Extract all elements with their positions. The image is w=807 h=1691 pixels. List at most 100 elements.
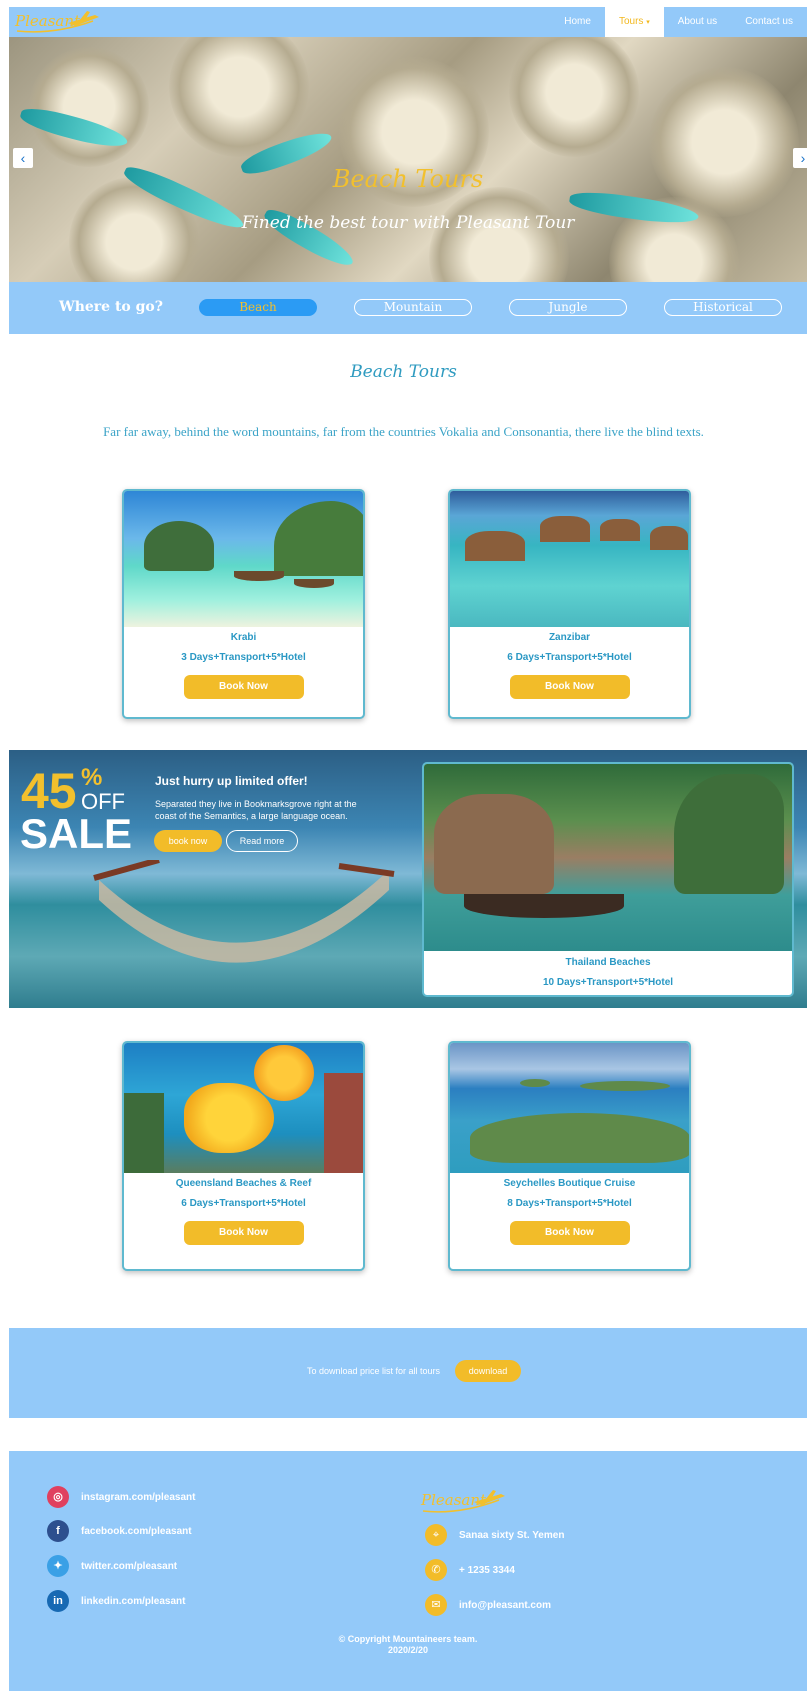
cliff-shape — [434, 794, 554, 894]
sale-label: SALE — [20, 810, 133, 857]
tour-card-seychelles: Seychelles Boutique Cruise 8 Days+Transp… — [448, 1041, 691, 1271]
tour-card-thailand: Thailand Beaches 10 Days+Transport+5*Hot… — [422, 762, 794, 997]
download-button[interactable]: download — [455, 1360, 521, 1382]
coral-shape — [429, 187, 569, 282]
boat-shape — [464, 894, 624, 918]
tour-image — [450, 1043, 689, 1173]
reef-shape — [124, 1093, 164, 1173]
social-label: twitter.com/pleasant — [81, 1560, 178, 1572]
top-nav: Pleasant Home Tours ▾ About us Contact u… — [9, 7, 807, 37]
mail-icon: ✉ — [425, 1594, 447, 1616]
phone-icon: ✆ — [425, 1559, 447, 1581]
nav-tours[interactable]: Tours ▾ — [604, 7, 664, 37]
book-now-button[interactable]: Book Now — [509, 1221, 630, 1245]
contact-label: + 1235 3344 — [459, 1564, 515, 1576]
hero-title: Beach Tours — [332, 165, 484, 193]
offer-book-button[interactable]: book now — [154, 830, 222, 852]
filter-jungle[interactable]: Jungle — [509, 299, 627, 316]
coral-shape — [169, 37, 309, 157]
tour-details: 6 Days+Transport+5*Hotel — [507, 652, 632, 663]
nav-contact-label: Contact us — [745, 16, 793, 27]
tour-name: Seychelles Boutique Cruise — [503, 1178, 636, 1189]
rock-shape — [144, 521, 214, 571]
footer-logo[interactable]: Pleasant — [419, 1487, 509, 1515]
nav-home[interactable]: Home — [550, 7, 605, 37]
filter-mountain[interactable]: Mountain — [354, 299, 472, 316]
nav-contact[interactable]: Contact us — [731, 7, 807, 37]
reef-shape — [324, 1073, 363, 1173]
social-label: facebook.com/pleasant — [81, 1525, 192, 1537]
section-text: Far far away, behind the word mountains,… — [103, 424, 704, 439]
social-instagram[interactable]: ◎ instagram.com/pleasant — [47, 1486, 195, 1508]
download-bar: To download price list for all tours dow… — [9, 1328, 807, 1418]
download-text: To download price list for all tours — [307, 1366, 441, 1376]
contact-address: ⌖ Sanaa sixty St. Yemen — [425, 1524, 564, 1546]
tour-image — [124, 491, 363, 627]
offer-banner: 45 % OFF SALE Just hurry up limited offe… — [9, 750, 807, 1008]
contact-email[interactable]: ✉ info@pleasant.com — [425, 1594, 551, 1616]
offer-text: Separated they live in Bookmarksgrove ri… — [155, 799, 357, 821]
instagram-icon: ◎ — [47, 1486, 69, 1508]
tour-card-zanzibar: Zanzibar 6 Days+Transport+5*Hotel Book N… — [448, 489, 691, 719]
tour-card-krabi: Krabi 3 Days+Transport+5*Hotel Book Now — [122, 489, 365, 719]
tour-card-queensland: Queensland Beaches & Reef 6 Days+Transpo… — [122, 1041, 365, 1271]
footer: ◎ instagram.com/pleasant f facebook.com/… — [9, 1451, 807, 1691]
filter-beach[interactable]: Beach — [199, 299, 317, 316]
location-icon: ⌖ — [425, 1524, 447, 1546]
chevron-right-icon[interactable]: › — [793, 148, 807, 168]
social-facebook[interactable]: f facebook.com/pleasant — [47, 1520, 192, 1542]
nav-links: Home Tours ▾ About us Contact us — [550, 7, 807, 37]
filter-historical[interactable]: Historical — [664, 299, 782, 316]
boat-shape — [294, 579, 334, 588]
island-shape — [520, 1079, 550, 1087]
social-label: linkedin.com/pleasant — [81, 1595, 186, 1607]
book-now-button[interactable]: Book Now — [183, 1221, 304, 1245]
contact-label: Sanaa sixty St. Yemen — [459, 1529, 565, 1541]
boat-shape — [234, 571, 284, 581]
brand-logo[interactable]: Pleasant — [13, 9, 103, 35]
chevron-left-icon[interactable]: ‹ — [13, 148, 33, 168]
copyright: © Copyright Mountaineers team. 2020/2/20 — [9, 1634, 807, 1656]
hammock-icon — [93, 860, 395, 963]
section-title: Beach Tours — [350, 362, 457, 382]
contact-label: info@pleasant.com — [459, 1599, 551, 1611]
facebook-icon: f — [47, 1520, 69, 1542]
tour-details: 3 Days+Transport+5*Hotel — [181, 652, 306, 663]
bungalow-shape — [650, 526, 688, 550]
nav-about-label: About us — [677, 16, 718, 27]
tour-image — [424, 764, 792, 951]
fish-shape — [184, 1083, 274, 1153]
coral-shape — [509, 37, 639, 157]
bungalow-shape — [540, 516, 590, 542]
rock-shape — [274, 501, 363, 576]
bungalow-shape — [465, 531, 525, 561]
nav-tours-label: Tours — [618, 16, 644, 27]
tour-details: 8 Days+Transport+5*Hotel — [507, 1198, 632, 1209]
plane-icon — [16, 11, 99, 33]
nav-about[interactable]: About us — [664, 7, 731, 37]
tour-name: Queensland Beaches & Reef — [175, 1178, 312, 1189]
bungalow-shape — [600, 519, 640, 541]
chevron-down-icon: ▾ — [646, 19, 650, 26]
copyright-date: 2020/2/20 — [387, 1645, 429, 1655]
tour-image — [450, 491, 689, 627]
island-shape — [580, 1081, 670, 1091]
discount-percent: % — [81, 764, 103, 791]
book-now-button[interactable]: Book Now — [183, 675, 304, 699]
social-twitter[interactable]: ✦ twitter.com/pleasant — [47, 1555, 177, 1577]
island-shape — [470, 1113, 689, 1163]
social-label: instagram.com/pleasant — [81, 1491, 196, 1503]
contact-phone[interactable]: ✆ + 1235 3344 — [425, 1559, 515, 1581]
tour-name: Thailand Beaches — [565, 957, 651, 968]
destination-filter: Where to go? Beach Mountain Jungle Histo… — [9, 282, 807, 334]
twitter-icon: ✦ — [47, 1555, 69, 1577]
social-linkedin[interactable]: in linkedin.com/pleasant — [47, 1590, 185, 1612]
plane-icon — [422, 1490, 505, 1513]
tour-details: 6 Days+Transport+5*Hotel — [181, 1198, 306, 1209]
read-more-button[interactable]: Read more — [226, 830, 298, 852]
book-now-button[interactable]: Book Now — [509, 675, 630, 699]
where-label: Where to go? — [59, 299, 163, 315]
tour-details: 10 Days+Transport+5*Hotel — [542, 977, 674, 988]
tour-name: Zanzibar — [548, 632, 591, 643]
hero-slider: Beach Tours Fined the best tour with Ple… — [9, 37, 807, 282]
